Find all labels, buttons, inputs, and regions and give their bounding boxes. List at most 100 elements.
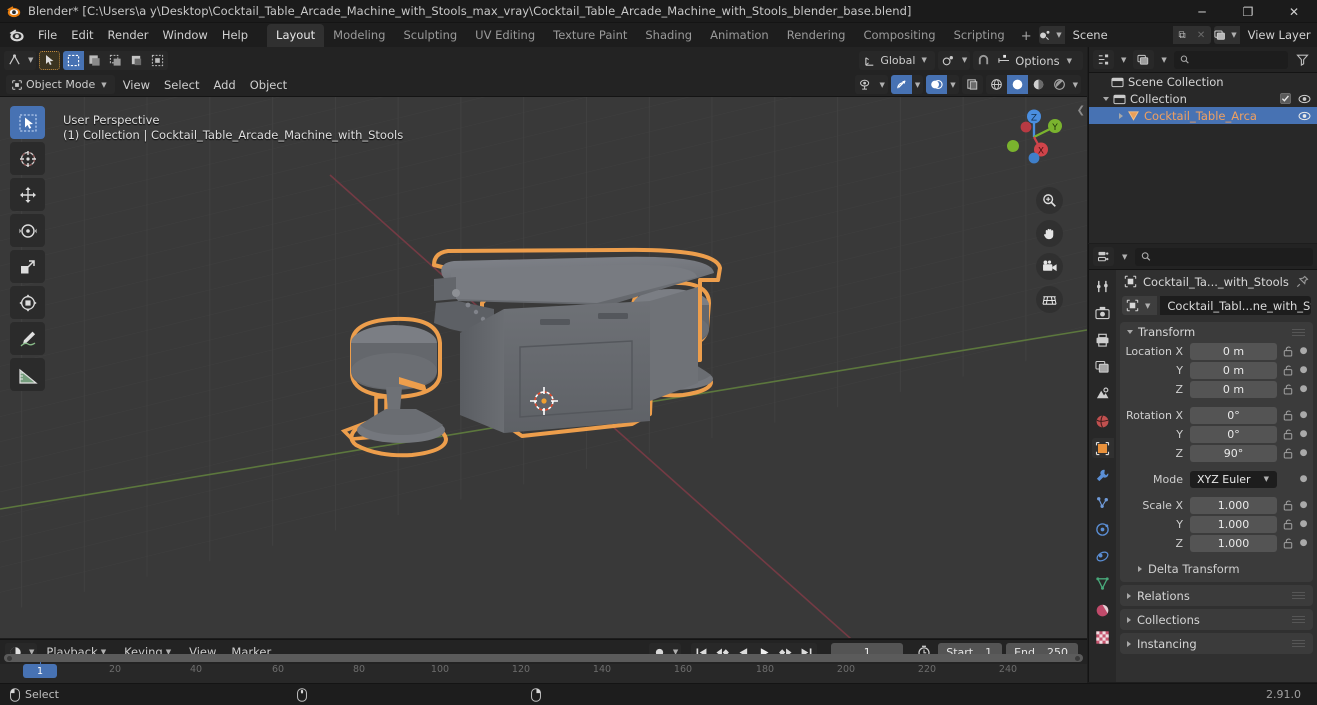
- outliner-display-mode-icon[interactable]: [1133, 50, 1155, 69]
- cursor-tool[interactable]: [10, 142, 45, 175]
- location-y-input[interactable]: 0 m: [1190, 361, 1277, 379]
- overlays-dropdown[interactable]: ▼: [926, 75, 959, 94]
- collections-panel[interactable]: Collections: [1120, 609, 1313, 630]
- select-invert-icon[interactable]: [126, 50, 148, 70]
- disclosure-triangle-icon[interactable]: [1127, 616, 1131, 623]
- workspace-tab-shading[interactable]: Shading: [636, 24, 701, 47]
- select-extend-icon[interactable]: [84, 50, 106, 70]
- animate-property-dot[interactable]: ●: [1298, 519, 1309, 529]
- rotation-z-input[interactable]: 90°: [1190, 444, 1277, 462]
- menu-window[interactable]: Window: [155, 25, 214, 45]
- animate-property-dot[interactable]: ●: [1298, 346, 1309, 356]
- properties-tab-output[interactable]: [1092, 330, 1114, 350]
- disclosure-triangle-icon[interactable]: [1119, 112, 1123, 119]
- outliner-search-input[interactable]: [1194, 53, 1282, 66]
- menu-edit[interactable]: Edit: [64, 25, 100, 45]
- animate-property-dot[interactable]: ●: [1298, 500, 1309, 510]
- animate-property-dot[interactable]: ●: [1298, 448, 1309, 458]
- delta-transform-subpanel[interactable]: Delta Transform: [1120, 559, 1313, 578]
- workspace-tab-layout[interactable]: Layout: [267, 24, 325, 47]
- rotation-x-input[interactable]: 0°: [1190, 406, 1277, 424]
- properties-tab-constraints[interactable]: [1092, 546, 1114, 566]
- editor-type-selector[interactable]: ▼: [4, 50, 37, 70]
- properties-tab-tool[interactable]: [1092, 276, 1114, 296]
- shading-mode-group[interactable]: ▼: [985, 75, 1081, 94]
- viewport-menu-add[interactable]: Add: [207, 75, 241, 94]
- annotate-tool[interactable]: [10, 322, 45, 355]
- tweak-tool-indicator-icon[interactable]: [39, 50, 61, 70]
- collection-checkbox[interactable]: [1280, 93, 1291, 104]
- lock-icon[interactable]: [1281, 346, 1294, 357]
- location-x-input[interactable]: 0 m: [1190, 342, 1277, 360]
- menu-file[interactable]: File: [31, 25, 64, 45]
- menu-help[interactable]: Help: [215, 25, 255, 45]
- properties-tab-scene[interactable]: [1092, 384, 1114, 404]
- lock-icon[interactable]: [1281, 538, 1294, 549]
- properties-tab-modifier[interactable]: [1092, 465, 1114, 485]
- viewport-menu-select[interactable]: Select: [158, 75, 205, 94]
- outliner-editor-type-icon[interactable]: [1093, 50, 1114, 69]
- maximize-button[interactable]: ❐: [1225, 0, 1271, 23]
- solid-shading-icon[interactable]: [1006, 75, 1028, 94]
- rotation-mode-dropdown[interactable]: XYZ Euler ▼: [1190, 470, 1277, 488]
- rotation-y-input[interactable]: 0°: [1190, 425, 1277, 443]
- pin-icon[interactable]: [1296, 275, 1309, 288]
- select-box-icon[interactable]: [63, 50, 85, 70]
- 3d-viewport[interactable]: ▼ Global ▼ ▼ Options ▼ Object Mode ▼ Vie…: [0, 47, 1087, 638]
- outliner-row-cocktail-table[interactable]: Cocktail_Table_Arca: [1089, 107, 1317, 124]
- gizmo-dropdown[interactable]: ▼: [890, 75, 924, 94]
- hand-pan-icon[interactable]: [1036, 220, 1063, 247]
- zoom-icon[interactable]: [1036, 187, 1063, 214]
- viewport-menu-object[interactable]: Object: [244, 75, 293, 94]
- workspace-tab-texture-paint[interactable]: Texture Paint: [544, 24, 636, 47]
- add-workspace-button[interactable]: +: [1014, 26, 1039, 47]
- menu-render[interactable]: Render: [101, 25, 156, 45]
- eye-visibility-icon[interactable]: [1298, 94, 1311, 104]
- outliner-row-scene-collection[interactable]: Scene Collection: [1089, 73, 1317, 90]
- ortho-grid-icon[interactable]: [1036, 286, 1063, 313]
- viewport-sidebar-toggle-icon[interactable]: ❮: [1077, 105, 1085, 116]
- disclosure-triangle-icon[interactable]: [1127, 592, 1131, 599]
- properties-tab-render[interactable]: [1092, 303, 1114, 323]
- gizmo-icon[interactable]: [890, 75, 912, 94]
- move-tool[interactable]: [10, 178, 45, 211]
- select-intersect-icon[interactable]: [147, 50, 169, 70]
- lock-icon[interactable]: [1281, 429, 1294, 440]
- scale-y-input[interactable]: 1.000: [1190, 515, 1277, 533]
- workspace-tab-animation[interactable]: Animation: [701, 24, 778, 47]
- scale-x-input[interactable]: 1.000: [1190, 496, 1277, 514]
- animate-property-dot[interactable]: ●: [1298, 365, 1309, 375]
- rendered-shading-icon[interactable]: [1048, 75, 1070, 94]
- timeline-editor[interactable]: ▼ Playback ▼ Keying ▼ View Marker ▼ 1 St…: [0, 639, 1087, 683]
- visibility-dropdown[interactable]: ▼: [855, 75, 888, 94]
- eye-visibility-icon[interactable]: [1298, 111, 1311, 121]
- object-id-type-selector[interactable]: ▼: [1122, 296, 1158, 315]
- properties-tab-texture[interactable]: [1092, 627, 1114, 647]
- scene-name[interactable]: Scene: [1064, 26, 1173, 44]
- properties-tab-physics[interactable]: [1092, 519, 1114, 539]
- properties-editor[interactable]: ▼ Cocktail_Ta..._with_Stools ▼ Cocktail_…: [1088, 244, 1317, 682]
- properties-search-input[interactable]: [1156, 250, 1307, 263]
- workspace-tab-rendering[interactable]: Rendering: [778, 24, 855, 47]
- transform-orientation-dropdown[interactable]: Global ▼: [859, 50, 935, 70]
- workspace-tab-modeling[interactable]: Modeling: [324, 24, 394, 47]
- xray-toggle-icon[interactable]: [961, 75, 983, 94]
- filter-icon[interactable]: [1292, 50, 1313, 69]
- animate-property-dot[interactable]: ●: [1298, 474, 1309, 484]
- workspace-tab-scripting[interactable]: Scripting: [945, 24, 1014, 47]
- properties-tab-object-data[interactable]: [1092, 573, 1114, 593]
- transform-panel-header[interactable]: Transform: [1120, 322, 1313, 341]
- properties-editor-type-icon[interactable]: [1093, 247, 1114, 266]
- pivot-point-dropdown[interactable]: ▼: [937, 50, 971, 70]
- scene-icon[interactable]: ▼: [1038, 26, 1065, 44]
- properties-tab-view-layer[interactable]: [1092, 357, 1114, 377]
- rotate-tool[interactable]: [10, 214, 45, 247]
- object-mode-dropdown[interactable]: Object Mode ▼: [6, 75, 115, 94]
- material-preview-shading-icon[interactable]: [1027, 75, 1049, 94]
- viewport-menu-view[interactable]: View: [117, 75, 156, 94]
- instancing-panel[interactable]: Instancing: [1120, 633, 1313, 654]
- tweak-select-tool[interactable]: [10, 106, 45, 139]
- properties-tab-object[interactable]: [1091, 438, 1114, 458]
- scene-new-button[interactable]: ⧉: [1172, 26, 1192, 44]
- outliner-row-collection[interactable]: Collection: [1089, 90, 1317, 107]
